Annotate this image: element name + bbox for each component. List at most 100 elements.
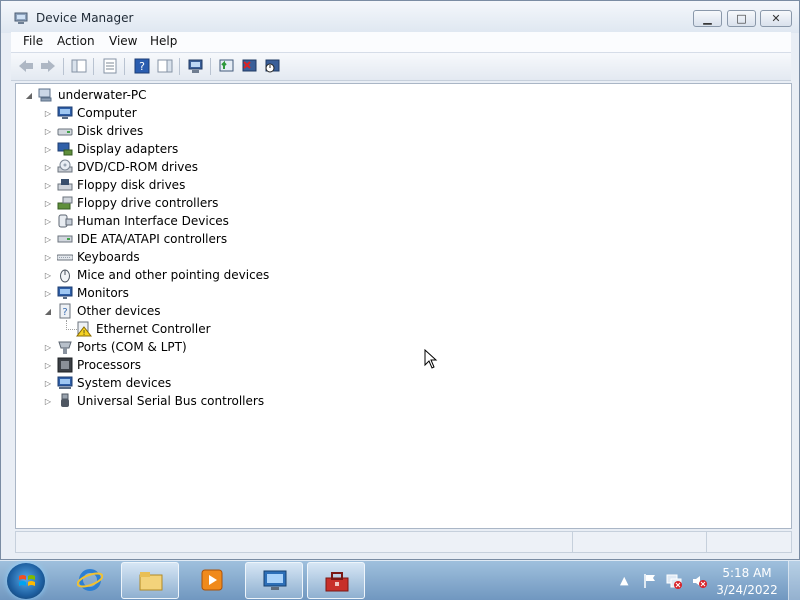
expand-arrow-icon[interactable]: ▷ — [43, 144, 53, 154]
display-adapter-icon — [57, 142, 73, 156]
tree-item-keyboards[interactable]: ▷ Keyboards — [43, 248, 140, 266]
expand-arrow-icon[interactable]: ▷ — [43, 180, 53, 190]
mouse-icon — [60, 269, 70, 283]
windows-explorer-icon — [139, 572, 163, 591]
mouse-cursor-icon — [424, 349, 438, 369]
tree-item-monitors[interactable]: ▷ Monitors — [43, 284, 129, 302]
tree-item-display-adapters[interactable]: ▷ Display adapters — [43, 140, 178, 158]
minimize-button[interactable]: ▁ — [693, 10, 722, 27]
svg-text:!: ! — [83, 329, 86, 337]
menu-help[interactable]: Help — [150, 34, 177, 48]
usb-icon — [61, 393, 69, 407]
title-bar[interactable]: Device Manager ▁ □ ✕ — [1, 1, 799, 33]
expand-arrow-icon[interactable]: ▷ — [43, 288, 53, 298]
help-icon[interactable]: ? — [133, 57, 151, 75]
show-hide-console-tree-icon[interactable] — [70, 57, 88, 75]
tree-item-label: Disk drives — [77, 124, 144, 138]
expand-arrow-icon[interactable]: ▷ — [43, 126, 53, 136]
tree-item-label: Computer — [77, 106, 137, 120]
close-icon: ✕ — [771, 12, 781, 25]
tree-item-label: System devices — [77, 376, 172, 390]
tree-item-floppy-disk-drives[interactable]: ▷ Floppy disk drives — [43, 176, 185, 194]
expand-arrow-icon[interactable]: ▷ — [43, 360, 53, 370]
tree-item-label: Other devices — [77, 304, 161, 318]
menu-view[interactable]: View — [109, 34, 137, 48]
tree-item-label: Floppy disk drives — [77, 178, 186, 192]
tree-item-mice[interactable]: ▷ Mice and other pointing devices — [43, 266, 269, 284]
back-icon[interactable] — [17, 57, 35, 75]
tree-item-floppy-drive-controllers[interactable]: ▷ Floppy drive controllers — [43, 194, 219, 212]
expand-arrow-icon[interactable]: ▷ — [43, 234, 53, 244]
tree-item-label: Human Interface Devices — [77, 214, 229, 228]
expand-arrow-icon[interactable]: ▷ — [43, 216, 53, 226]
tree-item-usb-controllers[interactable]: ▷ Universal Serial Bus controllers — [43, 392, 264, 410]
expand-arrow-icon[interactable]: ▷ — [43, 198, 53, 208]
show-hidden-icons-arrow[interactable]: ▲ — [620, 573, 636, 589]
expand-arrow-icon[interactable]: ▷ — [43, 162, 53, 172]
volume-muted-icon[interactable] — [691, 573, 707, 589]
toolbar-separator — [210, 58, 211, 75]
remote-desktop-icon — [263, 570, 287, 590]
scan-hardware-icon[interactable] — [187, 57, 205, 75]
tree-root-node[interactable]: ◢ underwater-PC — [24, 86, 147, 104]
close-button[interactable]: ✕ — [760, 10, 792, 27]
menu-file[interactable]: File — [23, 34, 43, 48]
tree-item-ports[interactable]: ▷ Ports (COM & LPT) — [43, 338, 187, 356]
tree-item-disk-drives[interactable]: ▷ Disk drives — [43, 122, 143, 140]
tree-item-human-interface-devices[interactable]: ▷ Human Interface Devices — [43, 212, 229, 230]
expand-arrow-icon[interactable]: ▷ — [43, 342, 53, 352]
taskbar-ie-button[interactable] — [61, 562, 119, 599]
uninstall-icon[interactable] — [241, 57, 259, 75]
tree-item-computer[interactable]: ▷ Computer — [43, 104, 137, 122]
tree-item-label: DVD/CD-ROM drives — [77, 160, 199, 174]
action-center-flag-icon[interactable] — [642, 573, 658, 589]
clock-date[interactable]: 3/24/2022 — [715, 583, 779, 597]
monitor-icon — [57, 286, 73, 299]
show-hide-action-pane-icon[interactable] — [156, 57, 174, 75]
tree-item-label: Universal Serial Bus controllers — [77, 394, 265, 408]
taskbar-device-manager-button[interactable] — [307, 562, 365, 599]
expand-arrow-icon[interactable]: ▷ — [43, 252, 53, 262]
tree-item-dvd-drives[interactable]: ▷ DVD/CD-ROM drives — [43, 158, 198, 176]
device-manager-window: Device Manager ▁ □ ✕ File Action View He… — [0, 0, 800, 560]
start-button[interactable] — [7, 563, 45, 599]
svg-text:?: ? — [62, 307, 67, 318]
collapse-arrow-icon[interactable]: ◢ — [24, 90, 34, 100]
toolbar: ? — [11, 53, 791, 81]
tree-connector-line — [66, 320, 77, 330]
expand-arrow-icon[interactable]: ▷ — [43, 270, 53, 280]
tree-item-label: IDE ATA/ATAPI controllers — [77, 232, 228, 246]
network-icon[interactable] — [666, 573, 682, 589]
tree-root-label: underwater-PC — [58, 88, 147, 102]
disable-icon[interactable] — [264, 57, 282, 75]
collapse-arrow-icon[interactable]: ◢ — [43, 306, 53, 316]
taskbar-explorer-button[interactable] — [121, 562, 179, 599]
taskbar-media-player-button[interactable] — [183, 562, 241, 599]
tree-item-label: Mice and other pointing devices — [77, 268, 270, 282]
device-manager-taskbar-icon — [325, 572, 349, 592]
disk-drive-icon — [57, 128, 73, 136]
tree-item-processors[interactable]: ▷ Processors — [43, 356, 141, 374]
media-player-icon — [201, 569, 223, 591]
expand-arrow-icon[interactable]: ▷ — [43, 396, 53, 406]
clock-time[interactable]: 5:18 AM — [715, 566, 779, 580]
expand-arrow-icon[interactable]: ▷ — [43, 108, 53, 118]
update-driver-icon[interactable] — [218, 57, 236, 75]
status-divider — [572, 532, 573, 552]
show-desktop-button[interactable] — [788, 561, 800, 600]
taskbar-remote-desktop-button[interactable] — [245, 562, 303, 599]
tree-item-ethernet-controller[interactable]: ! Ethernet Controller — [76, 320, 211, 338]
tree-item-ide-controllers[interactable]: ▷ IDE ATA/ATAPI controllers — [43, 230, 227, 248]
hid-icon — [58, 214, 73, 228]
maximize-button[interactable]: □ — [727, 10, 756, 27]
expand-arrow-icon[interactable]: ▷ — [43, 378, 53, 388]
tree-item-label: Processors — [77, 358, 142, 372]
floppy-disk-icon — [57, 179, 73, 191]
menu-action[interactable]: Action — [57, 34, 95, 48]
tree-item-other-devices[interactable]: ◢ ? Other devices — [43, 302, 161, 320]
tree-item-system-devices[interactable]: ▷ System devices — [43, 374, 171, 392]
status-divider — [706, 532, 707, 552]
properties-icon[interactable] — [101, 57, 119, 75]
forward-icon[interactable] — [39, 57, 57, 75]
processor-icon — [57, 357, 73, 373]
